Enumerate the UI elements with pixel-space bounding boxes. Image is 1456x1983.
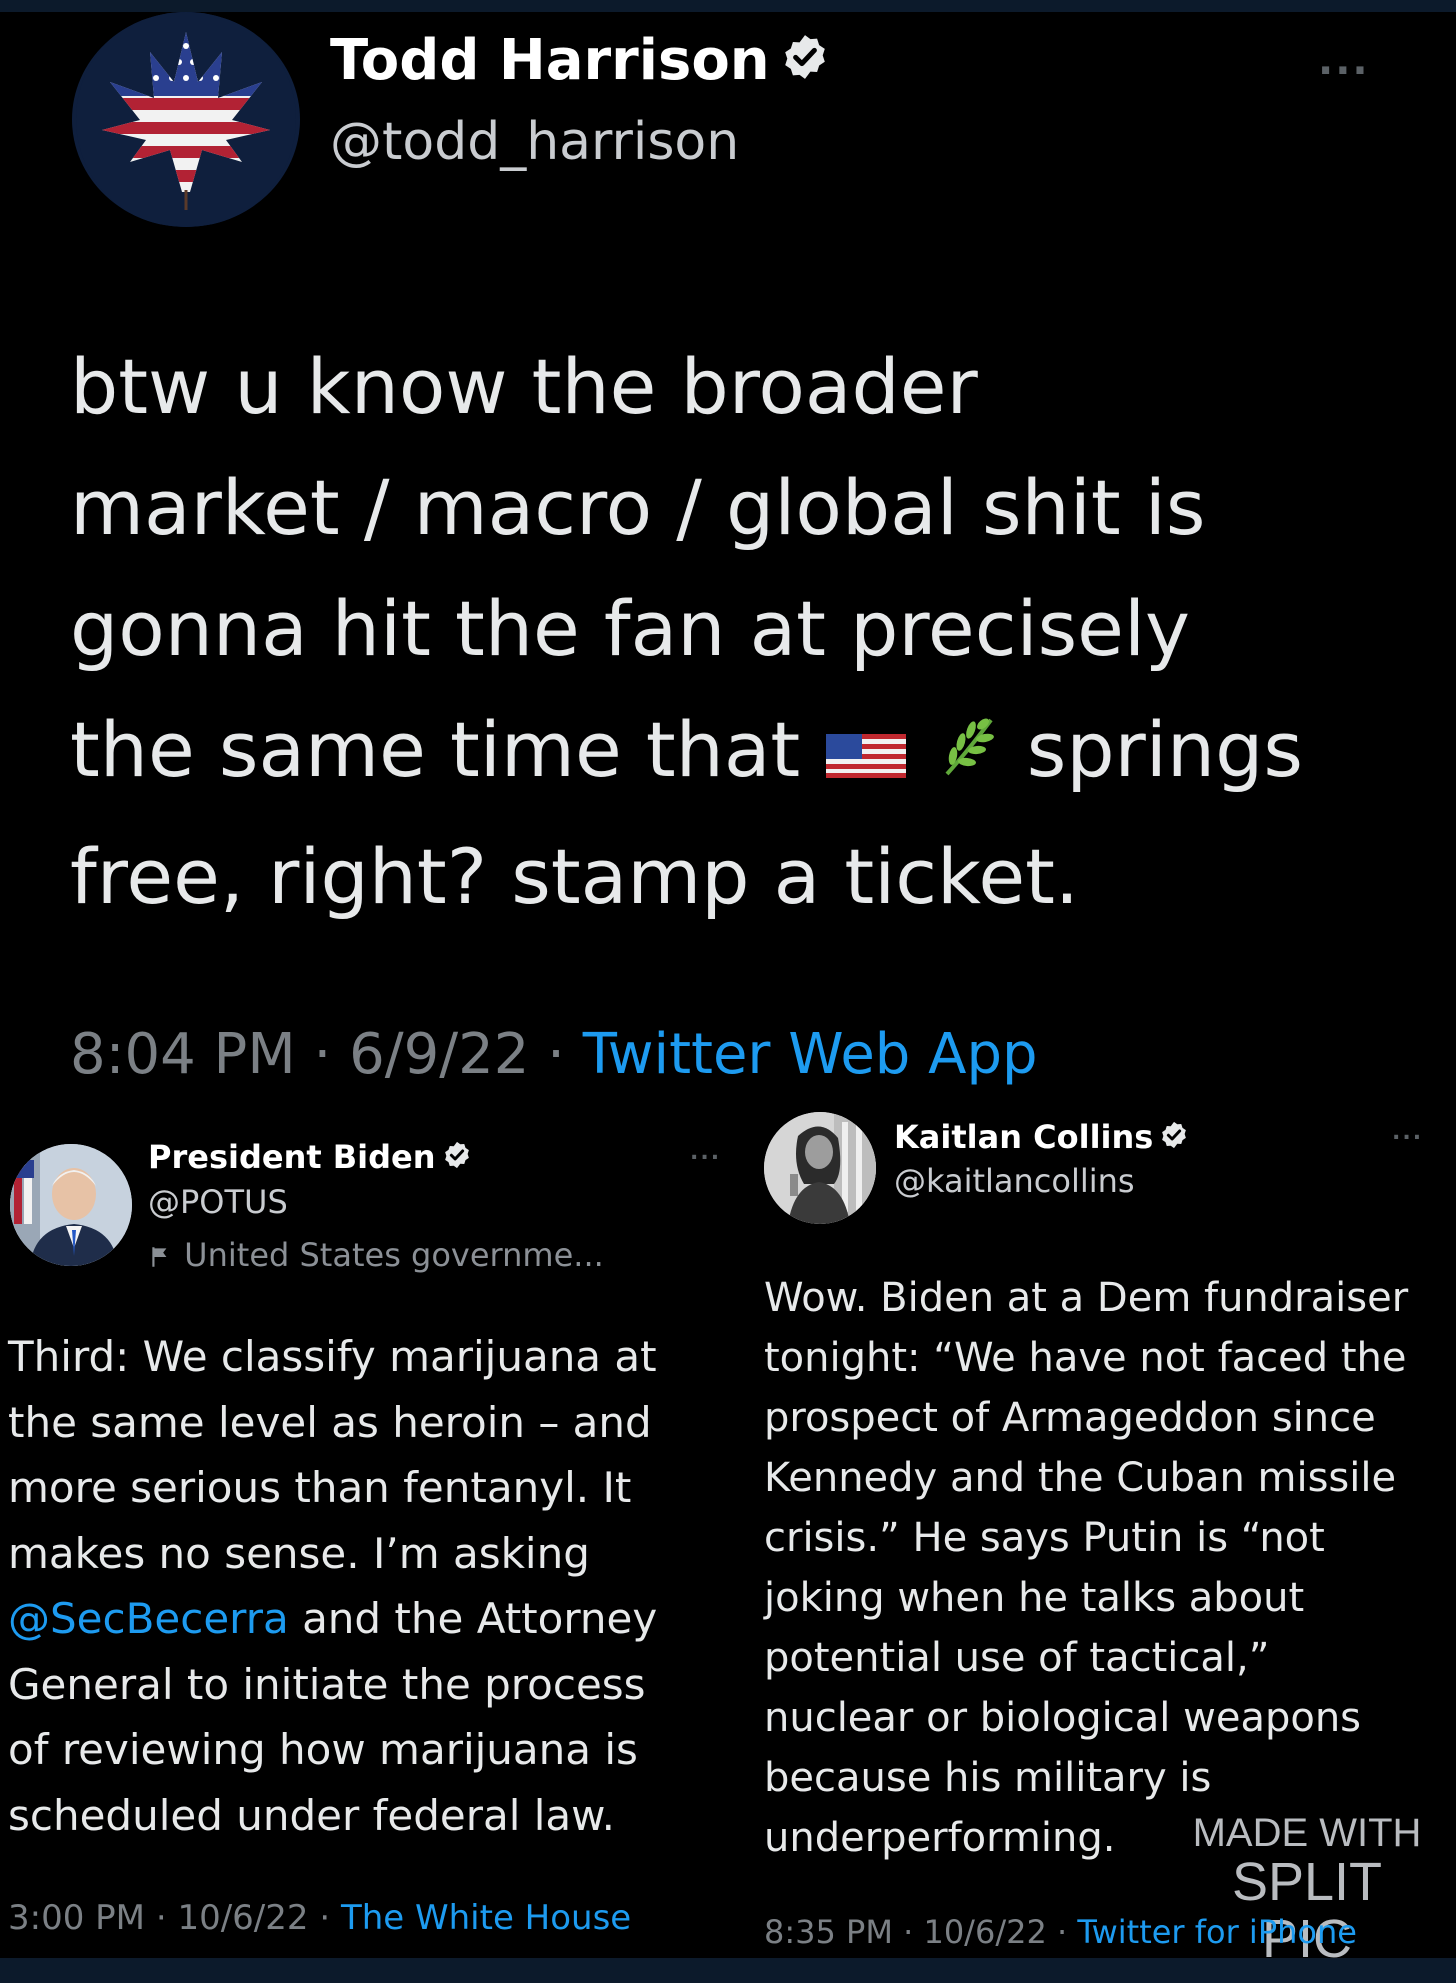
tweet-line: crisis.” He says Putin is “not bbox=[764, 1515, 1325, 1561]
todd-harrison-tweet-meta: 8:04 PM · 6/9/22 · Twitter Web App bbox=[70, 1022, 1038, 1087]
tweet-line: prospect of Armageddon since bbox=[764, 1395, 1376, 1441]
tweet-text-segment: and the Attorney bbox=[288, 1594, 658, 1643]
top-border bbox=[0, 0, 1456, 12]
president-biden-handle[interactable]: @POTUS bbox=[148, 1183, 288, 1221]
more-options-icon[interactable]: ... bbox=[1392, 1120, 1423, 1145]
affiliation-flag-icon bbox=[148, 1236, 174, 1274]
tweet-line: btw u know the broader bbox=[70, 342, 978, 431]
tweet-line-with-emoji: the same time that springs bbox=[70, 689, 1410, 816]
tweet-line-with-mention: @SecBecerra and the Attorney bbox=[8, 1586, 708, 1652]
kaitlan-collins-tweet-text: Wow. Biden at a Dem fundraiser tonight: … bbox=[764, 1268, 1454, 1868]
president-biden-tweet-text: Third: We classify marijuana at the same… bbox=[8, 1324, 708, 1848]
tweet-time[interactable]: 8:04 PM bbox=[70, 1022, 296, 1087]
tweet-line: free, right? stamp a ticket. bbox=[70, 831, 1080, 921]
verified-badge-icon bbox=[780, 31, 830, 96]
bottom-border bbox=[0, 1958, 1456, 1983]
tweet-date[interactable]: 10/6/22 bbox=[923, 1913, 1046, 1951]
todd-harrison-name-row[interactable]: Todd Harrison bbox=[330, 28, 830, 96]
tweet-line: Wow. Biden at a Dem fundraiser bbox=[764, 1275, 1409, 1321]
tweet-date[interactable]: 10/6/22 bbox=[177, 1898, 308, 1938]
tweet-line: nuclear or biological weapons bbox=[764, 1695, 1362, 1741]
meta-separator: · bbox=[319, 1898, 331, 1938]
todd-harrison-tweet-text: btw u know the broader market / macro / … bbox=[70, 326, 1410, 937]
tweet-source-link[interactable]: Twitter for iPhone bbox=[1077, 1913, 1357, 1951]
tweet-line: because his military is bbox=[764, 1755, 1212, 1801]
kaitlan-collins-name-row[interactable]: Kaitlan Collins bbox=[894, 1118, 1189, 1158]
meta-separator: · bbox=[313, 1022, 332, 1087]
tweet-time[interactable]: 8:35 PM bbox=[764, 1913, 893, 1951]
tweet-line: makes no sense. I’m asking bbox=[8, 1528, 590, 1578]
affiliation-label[interactable]: United States governme... bbox=[148, 1236, 604, 1274]
us-flag-emoji bbox=[824, 695, 908, 816]
display-name[interactable]: Kaitlan Collins bbox=[894, 1118, 1153, 1156]
flag-leaf-avatar-image bbox=[76, 12, 296, 227]
watermark-line-1: MADE WITH bbox=[1192, 1811, 1422, 1855]
display-name[interactable]: Todd Harrison bbox=[330, 28, 770, 93]
tweet-line: Kennedy and the Cuban missile bbox=[764, 1455, 1397, 1501]
more-options-icon[interactable]: ... bbox=[1318, 38, 1370, 84]
tweet-line: scheduled under federal law. bbox=[8, 1790, 615, 1840]
todd-harrison-avatar[interactable] bbox=[72, 12, 300, 227]
tweet-line: gonna hit the fan at precisely bbox=[70, 584, 1191, 673]
tweet-text-segment: springs bbox=[1026, 705, 1303, 794]
tweet-source-link[interactable]: Twitter Web App bbox=[583, 1022, 1038, 1087]
display-name[interactable]: President Biden bbox=[148, 1138, 436, 1176]
tweet-line: Third: We classify marijuana at bbox=[8, 1332, 657, 1381]
meta-separator: · bbox=[155, 1898, 167, 1938]
meta-separator: · bbox=[547, 1022, 565, 1087]
verified-badge-icon bbox=[1159, 1120, 1189, 1158]
herb-emoji bbox=[933, 695, 1003, 816]
tweet-line: General to initiate the process bbox=[8, 1659, 646, 1709]
tweet-source-link[interactable]: The White House bbox=[341, 1898, 631, 1938]
president-biden-avatar[interactable] bbox=[10, 1144, 132, 1266]
tweet-date[interactable]: 6/9/22 bbox=[349, 1022, 529, 1087]
more-options-icon[interactable]: ... bbox=[690, 1140, 721, 1165]
kaitlan-collins-tweet-meta: 8:35 PM · 10/6/22 · Twitter for iPhone bbox=[764, 1913, 1357, 1951]
affiliation-text: United States governme... bbox=[184, 1236, 604, 1274]
tweet-line: the same level as heroin – and bbox=[8, 1397, 652, 1447]
todd-harrison-handle[interactable]: @todd_harrison bbox=[330, 112, 739, 172]
mention-link[interactable]: @SecBecerra bbox=[8, 1594, 289, 1643]
president-biden-tweet-meta: 3:00 PM · 10/6/22 · The White House bbox=[8, 1898, 631, 1938]
portrait-image bbox=[10, 1144, 132, 1266]
screenshot-collage: Todd Harrison @todd_harrison ... btw u k… bbox=[0, 0, 1456, 1983]
president-biden-name-row[interactable]: President Biden bbox=[148, 1138, 472, 1178]
kaitlan-collins-avatar[interactable] bbox=[764, 1112, 876, 1224]
tweet-line: of reviewing how marijuana is bbox=[8, 1725, 638, 1774]
tweet-line: more serious than fentanyl. It bbox=[8, 1463, 632, 1512]
meta-separator: · bbox=[903, 1913, 914, 1951]
tweet-time[interactable]: 3:00 PM bbox=[8, 1898, 145, 1938]
tweet-text-segment: the same time that bbox=[70, 705, 801, 794]
tweet-line: joking when he talks about bbox=[764, 1575, 1305, 1621]
kaitlan-collins-handle[interactable]: @kaitlancollins bbox=[894, 1162, 1135, 1200]
portrait-image bbox=[764, 1112, 876, 1224]
tweet-line: tonight: “We have not faced the bbox=[764, 1335, 1407, 1381]
tweet-line: market / macro / global shit is bbox=[70, 463, 1206, 552]
tweet-line: potential use of tactical,” bbox=[764, 1635, 1270, 1681]
meta-separator: · bbox=[1056, 1913, 1068, 1951]
verified-badge-icon bbox=[442, 1140, 472, 1178]
